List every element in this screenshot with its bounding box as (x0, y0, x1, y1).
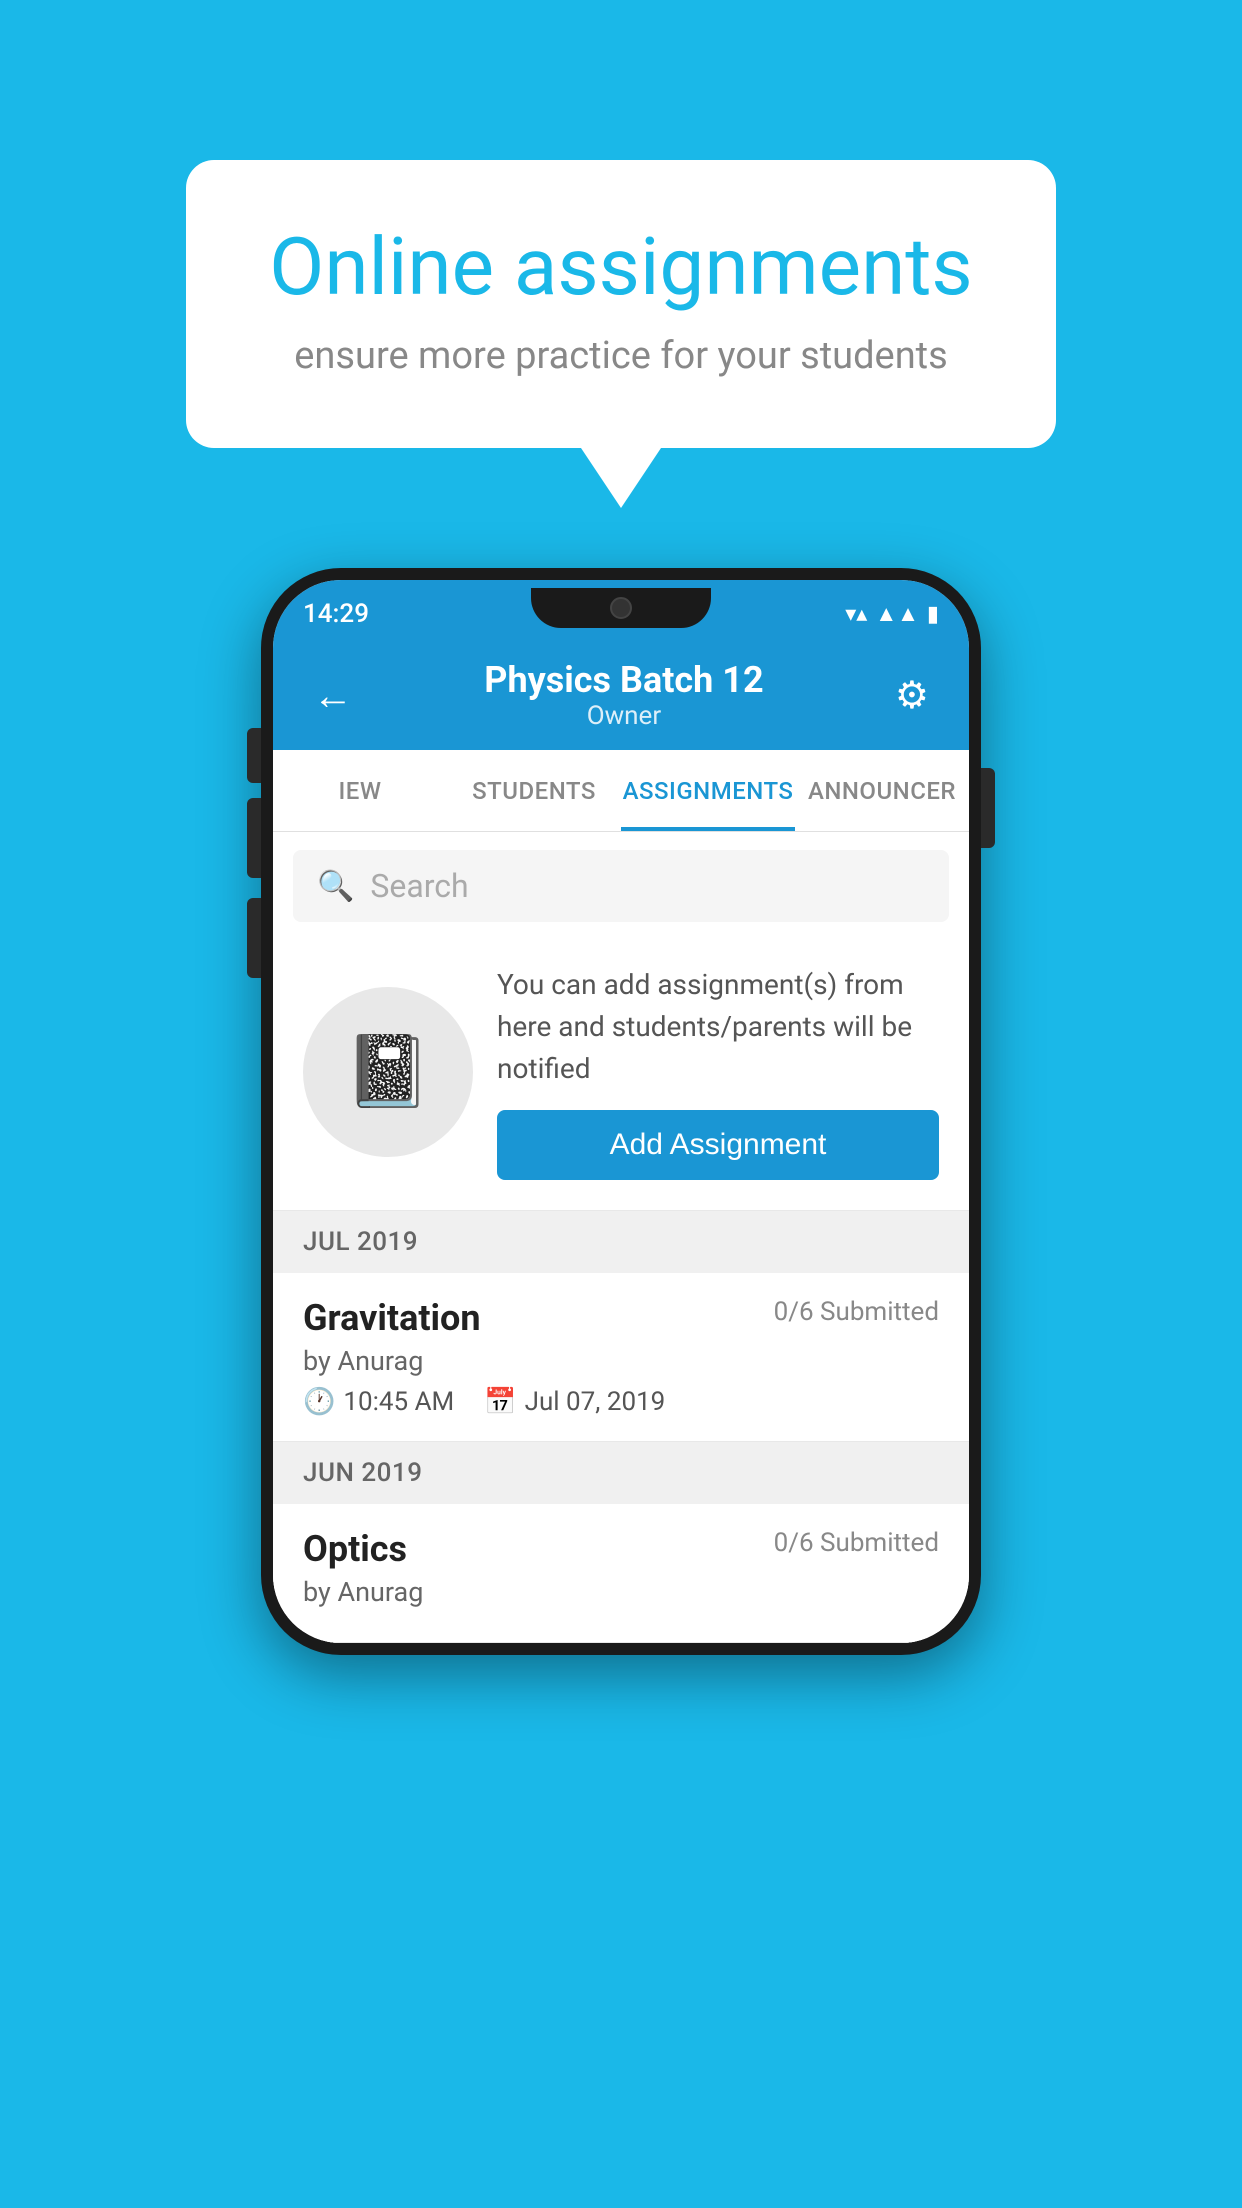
assignment-name-gravitation: Gravitation (303, 1297, 481, 1339)
speech-bubble-container: Online assignments ensure more practice … (186, 160, 1056, 508)
promo-right: You can add assignment(s) from here and … (497, 964, 939, 1180)
settings-button[interactable]: ⚙ (885, 663, 939, 728)
phone-volume-up-button (247, 798, 261, 878)
phone-power-button (981, 768, 995, 848)
promo-text: You can add assignment(s) from here and … (497, 964, 939, 1090)
phone-camera (610, 597, 632, 619)
phone-side-btn-top (247, 728, 261, 783)
phone-notch (531, 588, 711, 628)
wifi-icon: ▾▴ (845, 602, 867, 627)
assignment-meta-gravitation: 🕐 10:45 AM 📅 Jul 07, 2019 (303, 1387, 939, 1417)
phone-volume-down-button (247, 898, 261, 978)
phone-mockup: 14:29 ▾▴ ▲▲ ▮ ← Physics Batch 12 Owner ⚙ (261, 568, 981, 1655)
status-time: 14:29 (303, 599, 369, 629)
app-bar: ← Physics Batch 12 Owner ⚙ (273, 640, 969, 750)
speech-bubble: Online assignments ensure more practice … (186, 160, 1056, 448)
meta-date-gravitation: 📅 Jul 07, 2019 (484, 1387, 665, 1417)
assignment-item-gravitation[interactable]: Gravitation 0/6 Submitted by Anurag 🕐 10… (273, 1273, 969, 1442)
add-assignment-button[interactable]: Add Assignment (497, 1110, 939, 1180)
search-icon: 🔍 (317, 869, 354, 904)
meta-time-gravitation: 🕐 10:45 AM (303, 1387, 454, 1417)
assignment-submitted-gravitation: 0/6 Submitted (774, 1297, 939, 1327)
phone-outer: 14:29 ▾▴ ▲▲ ▮ ← Physics Batch 12 Owner ⚙ (261, 568, 981, 1655)
speech-bubble-tail (581, 448, 661, 508)
assignment-item-optics[interactable]: Optics 0/6 Submitted by Anurag (273, 1504, 969, 1643)
phone-screen: 14:29 ▾▴ ▲▲ ▮ ← Physics Batch 12 Owner ⚙ (273, 580, 969, 1643)
notebook-icon: 📓 (344, 1031, 431, 1113)
battery-icon: ▮ (927, 602, 939, 627)
tab-announcements[interactable]: ANNOUNCER (795, 750, 969, 831)
app-bar-subtitle: Owner (484, 701, 763, 731)
tab-students[interactable]: STUDENTS (447, 750, 621, 831)
assignment-name-optics: Optics (303, 1528, 407, 1570)
tabs-bar: IEW STUDENTS ASSIGNMENTS ANNOUNCER (273, 750, 969, 832)
tab-assignments[interactable]: ASSIGNMENTS (621, 750, 795, 831)
tab-iew[interactable]: IEW (273, 750, 447, 831)
assignment-submitted-optics: 0/6 Submitted (774, 1528, 939, 1558)
back-button[interactable]: ← (303, 662, 363, 729)
assignment-top-optics: Optics 0/6 Submitted (303, 1528, 939, 1570)
speech-bubble-subtitle: ensure more practice for your students (256, 334, 986, 378)
promo-icon-circle: 📓 (303, 987, 473, 1157)
assignment-time-gravitation: 10:45 AM (343, 1387, 454, 1417)
status-icons: ▾▴ ▲▲ ▮ (845, 601, 939, 627)
assignment-by-optics: by Anurag (303, 1576, 939, 1608)
assignment-top: Gravitation 0/6 Submitted (303, 1297, 939, 1339)
clock-icon: 🕐 (303, 1387, 335, 1417)
promo-section: 📓 You can add assignment(s) from here an… (273, 940, 969, 1211)
search-placeholder: Search (370, 867, 468, 905)
content-area: 🔍 Search 📓 You can add assignment(s) fro… (273, 832, 969, 1643)
search-bar-container: 🔍 Search (273, 832, 969, 940)
month-header-jun: JUN 2019 (273, 1442, 969, 1504)
calendar-icon: 📅 (484, 1387, 516, 1417)
app-bar-center: Physics Batch 12 Owner (484, 659, 763, 731)
speech-bubble-title: Online assignments (256, 220, 986, 314)
app-bar-title: Physics Batch 12 (484, 659, 763, 701)
assignment-by-gravitation: by Anurag (303, 1345, 939, 1377)
assignment-date-gravitation: Jul 07, 2019 (525, 1387, 666, 1417)
signal-icon: ▲▲ (875, 601, 919, 627)
month-header-jul: JUL 2019 (273, 1211, 969, 1273)
search-bar[interactable]: 🔍 Search (293, 850, 949, 922)
